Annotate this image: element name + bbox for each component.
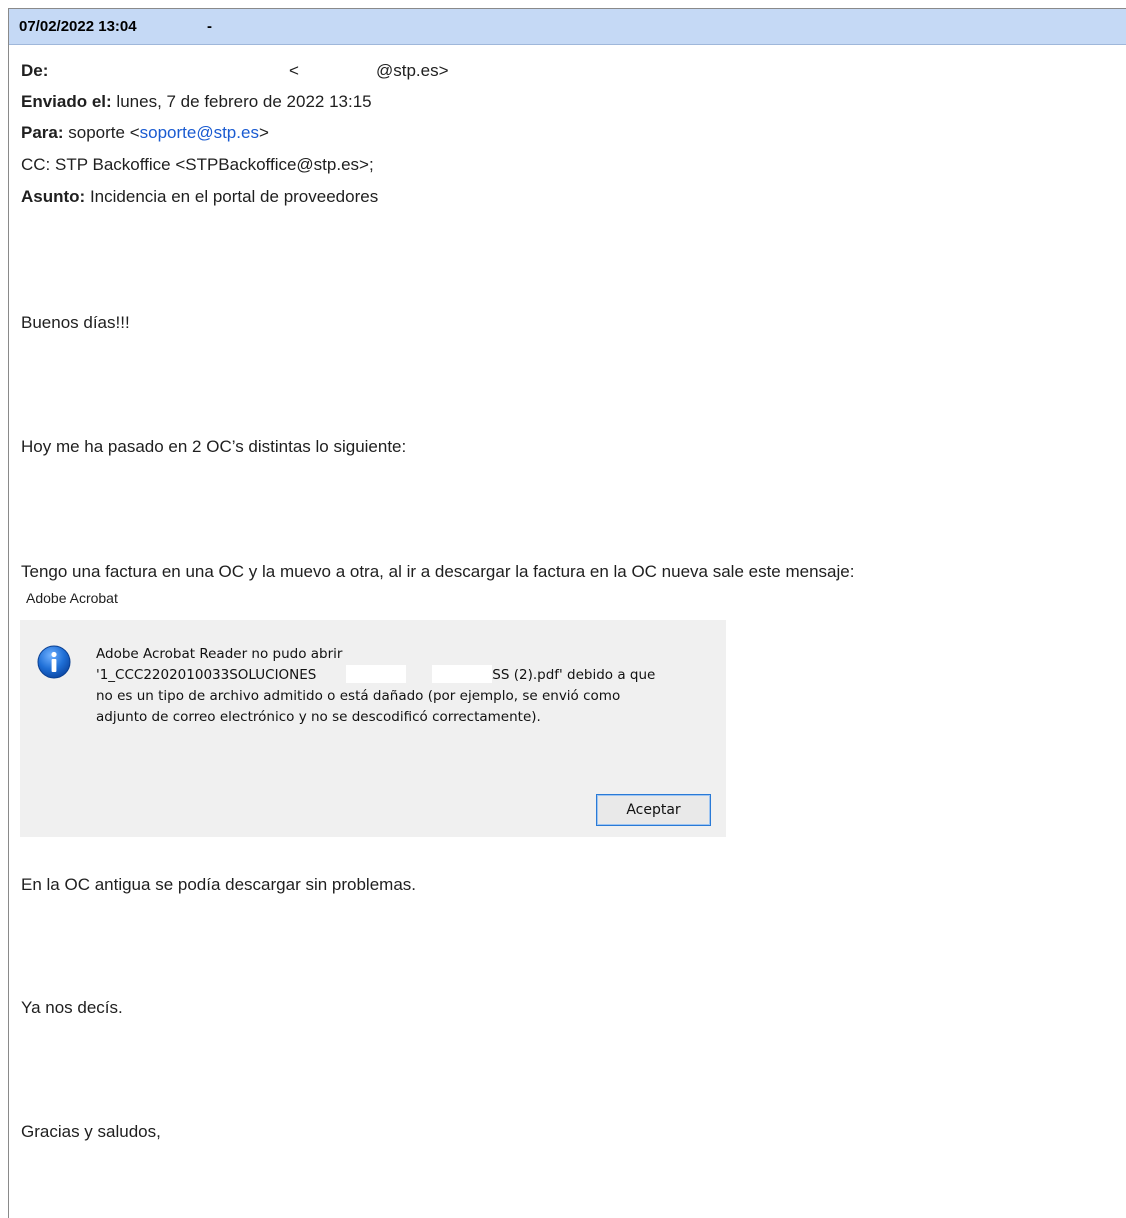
error-dialog: Adobe Acrobat Reader no pudo abrir '1_CC…	[20, 620, 726, 837]
body-line-3: En la OC antigua se podía descargar sin …	[21, 875, 417, 894]
body-line-1: Hoy me ha pasado en 2 OC’s distintas lo …	[21, 437, 407, 456]
dialog-message: Adobe Acrobat Reader no pudo abrir '1_CC…	[96, 646, 656, 725]
cc-text: CC: STP Backoffice <STPBackoffice@stp.es…	[21, 155, 374, 174]
info-icon	[37, 645, 71, 679]
to-close: >	[258, 123, 269, 142]
to-name: soporte <	[68, 123, 140, 142]
redaction	[346, 665, 406, 683]
from-label: De:	[21, 61, 49, 80]
cc-line: CC: STP Backoffice <STPBackoffice@stp.es…	[21, 155, 374, 175]
to-line: Para: soporte <soporte@stp.es>	[21, 123, 269, 143]
from-lt: <	[289, 61, 299, 80]
subject-value: Incidencia en el portal de proveedores	[89, 187, 379, 206]
sent-value: lunes, 7 de febrero de 2022 13:15	[116, 92, 372, 111]
closing-line: Gracias y saludos,	[21, 1122, 161, 1141]
from-email: @stp.es>	[376, 61, 449, 80]
message-date: 07/02/2022 13:04	[19, 18, 137, 35]
to-email-link[interactable]: soporte@stp.es	[140, 123, 259, 142]
message-title-bar: 07/02/2022 13:04 -	[9, 9, 1126, 45]
greeting: Buenos días!!!	[21, 313, 130, 332]
to-label: Para:	[21, 123, 64, 142]
dialog-app-title: Adobe Acrobat	[26, 590, 118, 606]
sent-label: Enviado el:	[21, 92, 112, 111]
accept-button[interactable]: Aceptar	[596, 794, 711, 826]
sent-line: Enviado el: lunes, 7 de febrero de 2022 …	[21, 92, 372, 112]
subject-label: Asunto:	[21, 187, 86, 206]
subject-line: Asunto: Incidencia en el portal de prove…	[21, 187, 378, 207]
redaction	[432, 665, 492, 683]
title-separator: -	[207, 18, 212, 35]
from-line: De: < @stp.es>	[21, 61, 449, 81]
body-line-4: Ya nos decís.	[21, 998, 123, 1017]
body-line-2: Tengo una factura en una OC y la muevo a…	[21, 562, 855, 581]
